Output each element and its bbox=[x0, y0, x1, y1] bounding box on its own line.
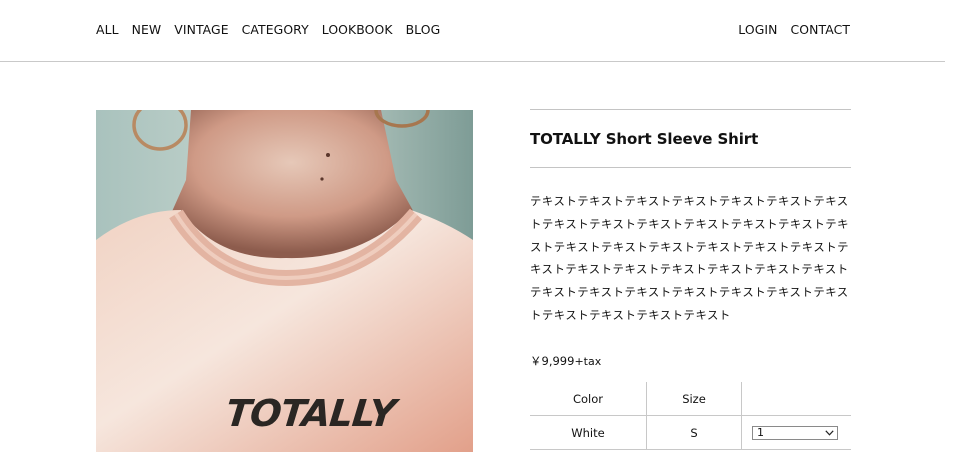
title-top-rule bbox=[530, 109, 851, 110]
quantity-value: 1 bbox=[757, 426, 764, 440]
photo-shirt-print: TOTALLY bbox=[223, 392, 398, 435]
quantity-cell: 1 bbox=[741, 415, 851, 450]
nav-link-contact[interactable]: CONTACT bbox=[791, 22, 850, 37]
top-navigation: ALL NEW VINTAGE CATEGORY LOOKBOOK BLOG L… bbox=[0, 0, 957, 62]
nav-link-blog[interactable]: BLOG bbox=[406, 22, 441, 37]
color-value: White bbox=[530, 415, 647, 450]
title-bottom-rule bbox=[530, 167, 851, 168]
product-detail-panel: TOTALLY Short Sleeve Shirt テキストテキストテキストテ… bbox=[530, 109, 851, 369]
header-divider bbox=[0, 61, 945, 62]
size-header: Size bbox=[646, 382, 742, 416]
product-price: ￥9,999+tax bbox=[530, 353, 851, 369]
chevron-down-icon bbox=[825, 430, 834, 436]
nav-link-category[interactable]: CATEGORY bbox=[242, 22, 309, 37]
nav-link-new[interactable]: NEW bbox=[132, 22, 162, 37]
product-options-table: Color Size White S 1 bbox=[530, 382, 851, 450]
nav-link-all[interactable]: ALL bbox=[96, 22, 119, 37]
options-header-row: Color Size bbox=[530, 382, 851, 416]
nav-link-lookbook[interactable]: LOOKBOOK bbox=[322, 22, 393, 37]
tax-label: +tax bbox=[574, 354, 602, 368]
product-description: テキストテキストテキストテキストテキストテキストテキストテキストテキストテキスト… bbox=[530, 194, 849, 322]
quantity-header bbox=[741, 382, 851, 416]
size-value: S bbox=[646, 415, 742, 450]
nav-link-vintage[interactable]: VINTAGE bbox=[174, 22, 228, 37]
price-value: ￥9,999 bbox=[530, 353, 575, 368]
account-menu: LOGIN CONTACT bbox=[725, 22, 850, 37]
product-title: TOTALLY Short Sleeve Shirt bbox=[530, 130, 759, 148]
product-image[interactable]: TOTALLY bbox=[96, 110, 473, 452]
nav-link-login[interactable]: LOGIN bbox=[738, 22, 777, 37]
main-menu: ALL NEW VINTAGE CATEGORY LOOKBOOK BLOG bbox=[96, 22, 453, 37]
options-row: White S 1 bbox=[530, 415, 851, 450]
quantity-select[interactable]: 1 bbox=[752, 425, 838, 440]
color-header: Color bbox=[530, 382, 647, 416]
